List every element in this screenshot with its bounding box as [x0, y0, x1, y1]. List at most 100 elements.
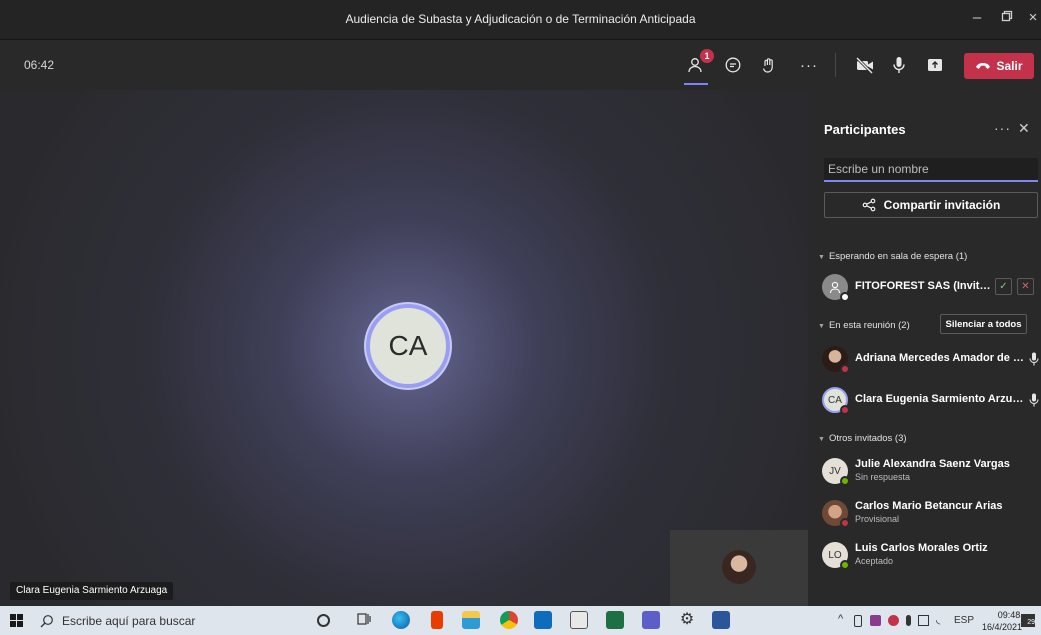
participant-name: Julie Alexandra Saenz Vargas — [855, 458, 1010, 470]
status-dot — [840, 405, 850, 415]
panel-close-icon[interactable]: ✕ — [1018, 120, 1030, 137]
reactions-button[interactable] — [756, 53, 782, 77]
office-icon[interactable] — [431, 611, 443, 629]
battery-icon[interactable] — [854, 615, 862, 627]
toolbar-divider — [835, 53, 836, 77]
collapse-triangle-icon: ▼ — [818, 436, 825, 443]
mute-all-button[interactable]: Silenciar a todos — [940, 314, 1027, 334]
chrome-icon[interactable] — [500, 611, 518, 629]
file-explorer-icon[interactable] — [462, 611, 480, 629]
taskbar-search[interactable]: Escribe aquí para buscar — [40, 610, 300, 631]
panel-more-icon[interactable]: ··· — [994, 120, 1011, 136]
meeting-section-header[interactable]: ▼ En esta reunión (2) — [818, 320, 910, 331]
tray-chevron-icon[interactable]: ^ — [838, 613, 843, 625]
collapse-triangle-icon: ▼ — [818, 323, 825, 330]
participants-panel: Participantes ··· ✕ Compartir invitación… — [808, 90, 1041, 606]
clock-time: 09:48 — [997, 610, 1021, 620]
window-title: Audiencia de Subasta y Adjudicación o de… — [345, 12, 696, 26]
meeting-section-label: En esta reunión (2) — [828, 320, 910, 331]
wifi-icon[interactable]: ◟ — [936, 613, 940, 626]
camera-button[interactable] — [852, 53, 878, 77]
participant-name: Clara Eugenia Sarmiento Arzua... — [855, 393, 1027, 405]
cortana-icon[interactable] — [317, 614, 330, 627]
tray-app-icon[interactable] — [870, 615, 881, 626]
minimize-icon[interactable]: – — [966, 9, 988, 26]
panel-title: Participantes — [824, 122, 906, 137]
status-dot — [840, 560, 850, 570]
teams-icon[interactable] — [642, 611, 660, 629]
lobby-section-label: Esperando en sala de espera (1) — [828, 251, 968, 262]
invited-participant-row[interactable]: LO Luis Carlos Morales Ortiz Aceptado — [822, 540, 1039, 570]
windows-start-icon[interactable] — [10, 614, 23, 627]
notifications-count: 29 — [1027, 619, 1035, 626]
invited-participant-row[interactable]: JV Julie Alexandra Saenz Vargas Sin resp… — [822, 456, 1039, 486]
participants-badge: 1 — [700, 49, 714, 63]
taskbar-clock[interactable]: 09:48 16/4/2021 — [982, 609, 1022, 633]
teams-meeting-window: Audiencia de Subasta y Adjudicación o de… — [0, 0, 1041, 635]
share-screen-button[interactable] — [922, 53, 948, 77]
share-tray-icon — [928, 59, 942, 71]
participant-status: Provisional — [855, 514, 900, 524]
share-icon — [862, 198, 876, 212]
clock-date: 16/4/2021 — [982, 622, 1023, 632]
raise-hand-icon — [762, 58, 773, 73]
more-actions-button[interactable]: ··· — [796, 53, 822, 77]
participant-name: FITOFOREST SAS (Invitado) — [855, 280, 995, 292]
share-invite-button[interactable]: Compartir invitación — [824, 192, 1038, 218]
edge-icon[interactable] — [392, 611, 410, 629]
meeting-controls-bar: 06:42 1 ··· — [0, 40, 1041, 90]
windows-taskbar: Escribe aquí para buscar ⚙ ^ ◟ ESP 09:48… — [0, 606, 1041, 635]
invited-participant-row[interactable]: Carlos Mario Betancur Arias Provisional — [822, 498, 1039, 528]
taskbar-search-placeholder: Escribe aquí para buscar — [62, 613, 196, 628]
tray-app-icon[interactable] — [888, 615, 899, 626]
self-view-video[interactable] — [670, 530, 808, 606]
status-dot — [840, 292, 850, 302]
search-icon — [40, 614, 53, 627]
collapse-triangle-icon: ▼ — [818, 254, 825, 261]
display-tray-icon[interactable] — [918, 615, 929, 626]
leave-button[interactable]: Salir — [964, 53, 1034, 79]
deny-x-icon[interactable]: ✕ — [1017, 278, 1034, 295]
notifications-icon[interactable]: 29 — [1021, 614, 1035, 627]
close-icon[interactable]: × — [1022, 9, 1041, 26]
speaker-avatar: CA — [366, 304, 450, 388]
participant-status: Aceptado — [855, 556, 894, 566]
self-view-avatar — [722, 550, 756, 584]
participants-button[interactable]: 1 — [684, 49, 714, 77]
video-stage: CA Clara Eugenia Sarmiento Arzuaga — [0, 90, 808, 606]
participant-status: Sin respuesta — [855, 472, 911, 482]
outlook-icon[interactable] — [534, 611, 552, 629]
microphone-icon — [1029, 393, 1039, 412]
camera-off-icon — [855, 56, 874, 74]
word-icon[interactable] — [712, 611, 730, 629]
admit-check-icon[interactable]: ✓ — [995, 278, 1012, 295]
speaker-name-label: Clara Eugenia Sarmiento Arzuaga — [10, 582, 174, 600]
lobby-participant-row[interactable]: FITOFOREST SAS (Invitado) ✓ ✕ — [822, 272, 1039, 302]
7zip-icon[interactable] — [570, 611, 588, 629]
title-bar: Audiencia de Subasta y Adjudicación o de… — [0, 0, 1041, 40]
participant-name: Adriana Mercedes Amador de Vi... — [855, 352, 1027, 364]
active-tab-indicator — [684, 83, 708, 85]
share-invite-label: Compartir invitación — [883, 198, 1001, 212]
others-section-header[interactable]: ▼ Otros invitados (3) — [818, 433, 907, 444]
status-dot — [840, 518, 850, 528]
microphone-button[interactable] — [886, 53, 912, 77]
lobby-section-header[interactable]: ▼ Esperando en sala de espera (1) — [818, 251, 967, 262]
chat-icon — [725, 57, 741, 73]
others-section-label: Otros invitados (3) — [828, 433, 907, 444]
maximize-icon[interactable] — [996, 9, 1018, 26]
chat-button[interactable] — [720, 53, 746, 77]
language-indicator[interactable]: ESP — [954, 615, 974, 626]
status-dot — [840, 476, 850, 486]
microphone-tray-icon[interactable] — [906, 615, 911, 626]
meeting-participant-row[interactable]: CA Clara Eugenia Sarmiento Arzua... — [822, 385, 1039, 415]
task-view-icon[interactable] — [356, 611, 374, 629]
leave-label: Salir — [996, 59, 1023, 73]
participant-name: Carlos Mario Betancur Arias — [855, 500, 1003, 512]
meeting-participant-row[interactable]: Adriana Mercedes Amador de Vi... — [822, 344, 1039, 374]
excel-icon[interactable] — [606, 611, 624, 629]
participant-search-input[interactable] — [824, 158, 1038, 182]
participant-name: Luis Carlos Morales Ortiz — [855, 542, 988, 554]
settings-gear-icon[interactable]: ⚙ — [678, 611, 696, 629]
meeting-timer: 06:42 — [24, 58, 55, 72]
